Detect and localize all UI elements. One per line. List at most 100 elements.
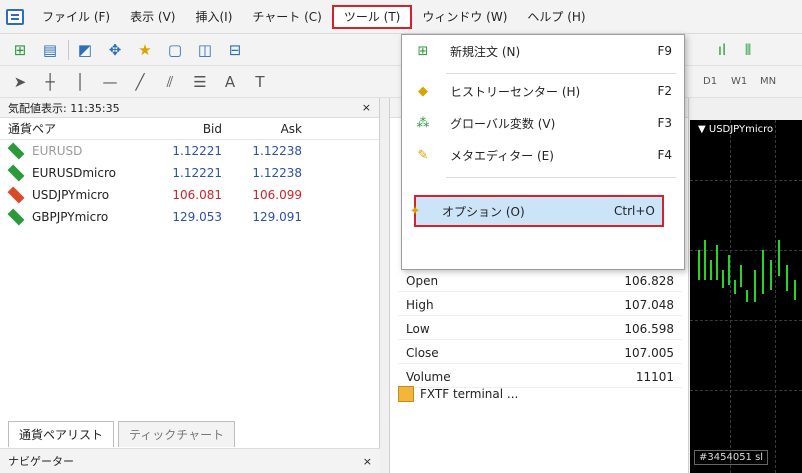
terminal-icon[interactable]: ▢ bbox=[163, 38, 187, 62]
toolbar-separator bbox=[68, 39, 69, 60]
col-ask[interactable]: Ask bbox=[230, 122, 310, 136]
tab-tick-chart[interactable]: ティックチャート bbox=[118, 421, 236, 447]
data-window-icon[interactable]: ✥ bbox=[103, 38, 127, 62]
symbol-status-icon bbox=[7, 142, 25, 160]
tab-symbols[interactable]: 通貨ペアリスト bbox=[8, 421, 115, 447]
horizontal-line-icon[interactable]: — bbox=[98, 70, 122, 94]
timeframe-mn[interactable]: MN bbox=[760, 76, 776, 87]
grid-line bbox=[690, 320, 802, 321]
col-bid[interactable]: Bid bbox=[150, 122, 230, 136]
menu-view[interactable]: 表示 (V) bbox=[120, 5, 185, 29]
crosshair-icon[interactable]: ┼ bbox=[38, 70, 62, 94]
grid-line bbox=[690, 250, 802, 251]
menu-tools[interactable]: ツール (T) bbox=[331, 4, 413, 29]
data-row: Close 107.005 bbox=[398, 342, 682, 364]
menu-help[interactable]: ヘルプ (H) bbox=[517, 5, 595, 29]
ask-cell: 129.091 bbox=[252, 210, 302, 224]
candlestick-chart-icon[interactable]: ⫴ bbox=[738, 38, 758, 62]
menu-separator bbox=[446, 177, 676, 178]
data-window-footer[interactable]: FXTF terminal ... bbox=[398, 386, 518, 402]
close-icon[interactable]: × bbox=[362, 101, 371, 114]
candle bbox=[704, 240, 706, 280]
table-row[interactable]: GBPJPYmicro 129.053 129.091 bbox=[0, 206, 379, 228]
menu-separator bbox=[446, 73, 676, 74]
data-label: Open bbox=[406, 273, 439, 288]
menu-item-new-order[interactable]: ⊞ 新規注文 (N) F9 bbox=[402, 35, 684, 67]
market-watch-rows: EURUSD 1.12221 1.12238 EURUSDmicro 1.12221 1.… bbox=[0, 140, 379, 228]
meta-editor-icon: ✎ bbox=[417, 147, 429, 163]
symbol-cell: EURUSD bbox=[0, 142, 150, 160]
data-value: 11101 bbox=[635, 369, 674, 384]
vertical-line-icon[interactable]: │ bbox=[68, 70, 92, 94]
candle bbox=[746, 290, 748, 302]
symbol-cell: GBPJPYmicro bbox=[0, 208, 150, 226]
navigator-close-icon[interactable]: × bbox=[363, 455, 372, 468]
bid-cell: 106.081 bbox=[172, 188, 222, 202]
grid-line bbox=[775, 120, 776, 473]
new-chart-icon[interactable]: ⊞ bbox=[8, 38, 32, 62]
bid-cell: 129.053 bbox=[172, 210, 222, 224]
navigator-icon[interactable]: ★ bbox=[133, 38, 157, 62]
timeframe-d1[interactable]: D1 bbox=[703, 76, 717, 87]
col-symbol[interactable]: 通貨ペア bbox=[0, 120, 150, 137]
table-row[interactable]: USDJPYmicro 106.081 106.099 bbox=[0, 184, 379, 206]
grid-line bbox=[690, 390, 802, 391]
equidistant-channel-icon[interactable]: ⫽ bbox=[158, 70, 182, 94]
data-label: Close bbox=[406, 345, 439, 360]
symbol-name: EURUSDmicro bbox=[32, 166, 116, 180]
new-order-toolbar-icon[interactable]: ⊟ bbox=[223, 38, 247, 62]
data-label: Low bbox=[406, 321, 430, 336]
candle bbox=[722, 270, 724, 288]
bar-chart-icon[interactable]: ıl bbox=[712, 38, 732, 62]
market-watch-icon[interactable]: ◩ bbox=[73, 38, 97, 62]
market-watch-header: 通貨ペア Bid Ask bbox=[0, 118, 379, 140]
ask-cell: 1.12238 bbox=[252, 166, 302, 180]
menu-item-options[interactable]: ✦ オプション (O) Ctrl+O bbox=[410, 195, 664, 227]
history-center-icon: ◆ bbox=[418, 83, 428, 99]
data-row: Open 106.828 bbox=[398, 270, 682, 292]
menu-insert[interactable]: 挿入(I) bbox=[185, 5, 242, 29]
candle bbox=[794, 280, 796, 300]
menu-item-global-variables[interactable]: ⁂ グローバル変数 (V) F3 bbox=[402, 107, 684, 139]
profiles-icon[interactable]: ▤ bbox=[38, 38, 62, 62]
ask-cell: 106.099 bbox=[252, 188, 302, 202]
menu-chart[interactable]: チャート (C) bbox=[242, 5, 331, 29]
menu-bar: ファイル (F) 表示 (V) 挿入(I) チャート (C) ツール (T) ウ… bbox=[0, 0, 802, 34]
menu-item-meta-editor[interactable]: ✎ メタエディター (E) F4 bbox=[402, 139, 684, 171]
trendline-icon[interactable]: ╱ bbox=[128, 70, 152, 94]
symbol-name: USDJPYmicro bbox=[32, 188, 110, 202]
table-row[interactable]: EURUSD 1.12221 1.12238 bbox=[0, 140, 379, 162]
tools-menu: ⊞ 新規注文 (N) F9 ◆ ヒストリーセンター (H) F2 ⁂ グローバル… bbox=[401, 34, 685, 270]
bid-cell: 1.12221 bbox=[172, 166, 222, 180]
candle bbox=[716, 245, 718, 280]
menu-file[interactable]: ファイル (F) bbox=[32, 5, 120, 29]
data-value: 107.005 bbox=[624, 345, 674, 360]
navigator-title: ナビゲーター bbox=[8, 455, 74, 468]
price-chart[interactable]: ▼ USDJPYmicro #3454051 sl bbox=[690, 120, 802, 473]
data-label: High bbox=[406, 297, 434, 312]
menu-window[interactable]: ウィンドウ (W) bbox=[412, 5, 517, 29]
table-row[interactable]: EURUSDmicro 1.12221 1.12238 bbox=[0, 162, 379, 184]
chart-title: ▼ USDJPYmicro bbox=[698, 124, 774, 135]
grid-line bbox=[730, 120, 731, 473]
candle bbox=[728, 255, 730, 285]
fibonacci-icon[interactable]: ☰ bbox=[188, 70, 212, 94]
grid-line bbox=[690, 180, 802, 181]
cursor-icon[interactable]: ➤ bbox=[8, 70, 32, 94]
candle bbox=[762, 250, 764, 294]
symbol-name: GBPJPYmicro bbox=[32, 210, 109, 224]
candle bbox=[740, 265, 742, 287]
symbol-status-icon bbox=[7, 164, 25, 182]
navigator-title-bar: ナビゲーター × bbox=[0, 448, 380, 473]
menu-item-history-center[interactable]: ◆ ヒストリーセンター (H) F2 bbox=[402, 75, 684, 107]
global-variables-icon: ⁂ bbox=[416, 115, 430, 131]
timeframe-w1[interactable]: W1 bbox=[731, 76, 747, 87]
strategy-tester-icon[interactable]: ◫ bbox=[193, 38, 217, 62]
candle bbox=[770, 260, 772, 290]
candle bbox=[734, 280, 736, 294]
symbol-cell: USDJPYmicro bbox=[0, 186, 150, 204]
text-icon[interactable]: A bbox=[218, 70, 242, 94]
data-label: Volume bbox=[406, 369, 451, 384]
market-watch-title-bar: 気配値表示: 11:35:35 × bbox=[0, 98, 379, 118]
text-label-icon[interactable]: T bbox=[248, 70, 272, 94]
